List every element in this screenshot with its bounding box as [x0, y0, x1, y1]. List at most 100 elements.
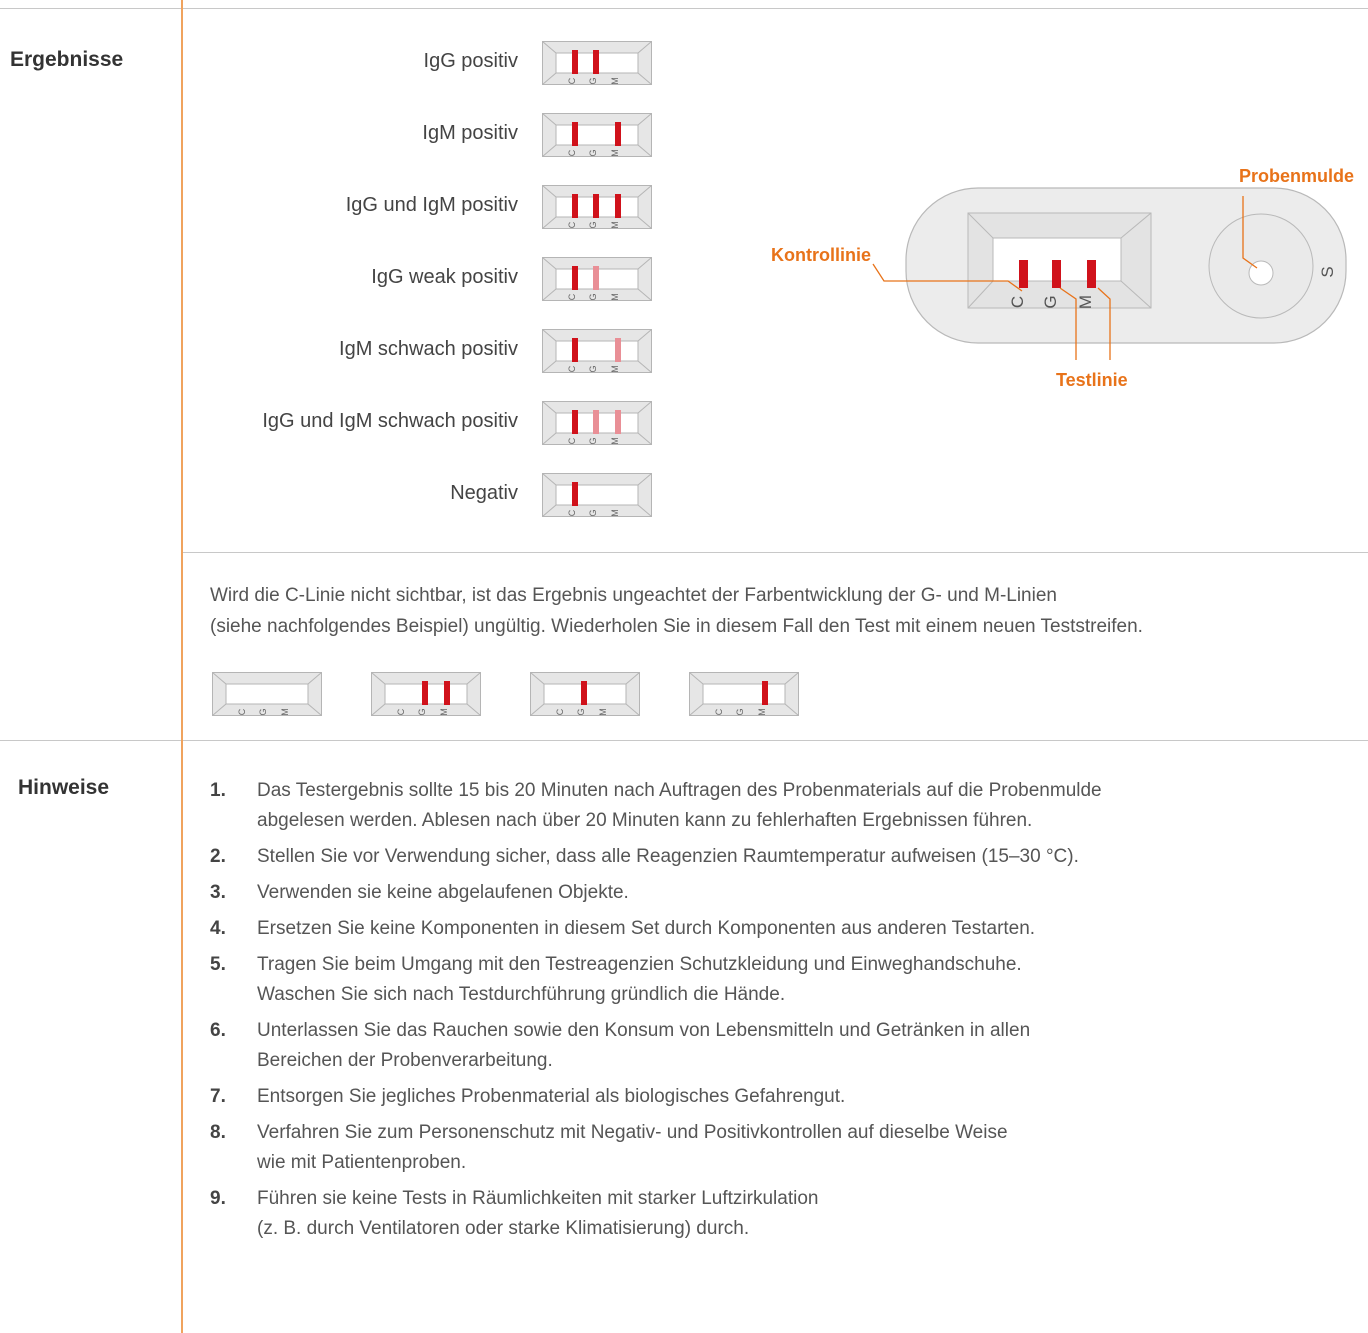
strip-line-c — [572, 50, 578, 74]
note-number: 7. — [210, 1086, 226, 1107]
note-line: abgelesen werden. Ablesen nach über 20 M… — [257, 810, 1033, 831]
strip-line-c — [572, 266, 578, 290]
strip-line-g — [593, 266, 599, 290]
note-item: 5. Tragen Sie beim Umgang mit den Testrea… — [210, 950, 1310, 1010]
strip-letter-c: C — [567, 437, 577, 444]
strip-letter-g: G — [588, 437, 598, 444]
strip-letter-c: C — [567, 509, 577, 516]
result-strip: CGM — [542, 401, 652, 445]
strip-line-c — [572, 482, 578, 506]
strip-line-g — [593, 194, 599, 218]
test-line-callout: Testlinie — [1056, 370, 1128, 390]
note-item: 8. Verfahren Sie zum Personenschutz mit N… — [210, 1118, 1310, 1178]
note-item: 9. Führen sie keine Tests in Räumlichkeit… — [210, 1184, 1310, 1244]
strip-line-m — [615, 122, 621, 146]
strip-letter-g: G — [588, 365, 598, 372]
strip-letter-m: M — [757, 708, 767, 716]
note-line: Verwenden sie keine abgelaufenen Objekte… — [257, 882, 629, 903]
strip-letter-c: C — [555, 708, 565, 715]
strip-line-g — [593, 50, 599, 74]
notes-list: 1. Das Testergebnis sollte 15 bis 20 Minu… — [210, 776, 1310, 1250]
result-label: Negativ — [450, 482, 518, 504]
result-strip: CGM — [542, 329, 652, 373]
strip-letter-c: C — [567, 77, 577, 84]
note-line: (z. B. durch Ventilatoren oder starke Kl… — [257, 1218, 750, 1239]
note-item: 1. Das Testergebnis sollte 15 bis 20 Minu… — [210, 776, 1310, 836]
strip-letter-c: C — [567, 365, 577, 372]
note-number: 8. — [210, 1122, 226, 1143]
strip-line-m — [615, 194, 621, 218]
diagram-m-line — [1087, 260, 1096, 288]
strip-letter-g: G — [588, 221, 598, 228]
diagram-letter-s: S — [1318, 266, 1337, 277]
strip-line-m — [444, 681, 450, 705]
top-rule — [0, 8, 1368, 9]
note-line: Stellen Sie vor Verwendung sicher, dass … — [257, 846, 1079, 867]
notes-rule — [0, 740, 1368, 741]
strip-letter-m: M — [280, 708, 290, 716]
strip-line-m — [615, 410, 621, 434]
column-divider — [181, 0, 183, 1333]
strip-letter-c: C — [396, 708, 406, 715]
diagram-letter-m: M — [1076, 295, 1095, 309]
result-strip: CGM — [542, 185, 652, 229]
strip-letter-m: M — [610, 293, 620, 301]
diagram-letter-c: C — [1008, 296, 1027, 308]
strip-line-c — [572, 194, 578, 218]
strip-line-c — [572, 122, 578, 146]
note-text: Entsorgen Sie jegliches Probenmaterial a… — [257, 1082, 1310, 1112]
test-strip-graphic: CGM — [212, 672, 322, 716]
test-strip-graphic: CGM — [371, 672, 481, 716]
invalid-example-strip: CGM — [689, 672, 799, 716]
strip-letter-m: M — [610, 221, 620, 229]
strip-line-c — [572, 338, 578, 362]
strip-letter-m: M — [598, 708, 608, 716]
note-item: 3. Verwenden sie keine abgelaufenen Objek… — [210, 878, 1310, 908]
strip-letter-c: C — [714, 708, 724, 715]
invalid-example-strip: CGM — [371, 672, 481, 716]
test-strip-graphic: CGM — [689, 672, 799, 716]
strip-line-g — [581, 681, 587, 705]
result-label: IgG und IgM positiv — [345, 194, 518, 216]
result-strip: CGM — [542, 473, 652, 517]
note-text: Stellen Sie vor Verwendung sicher, dass … — [257, 842, 1310, 872]
strip-letter-g: G — [735, 708, 745, 715]
result-label: IgG und IgM schwach positiv — [262, 410, 518, 432]
strip-letter-m: M — [610, 149, 620, 157]
invalid-note-line-2: (siehe nachfolgendes Beispiel) ungültig.… — [210, 616, 1143, 637]
test-strip-graphic: CGM — [542, 41, 652, 85]
sample-well-callout: Probenmulde — [1239, 166, 1355, 186]
cassette-illustration: C G M S — [872, 187, 1347, 360]
strip-letter-c: C — [567, 293, 577, 300]
result-label: IgM positiv — [422, 122, 518, 144]
results-heading: Ergebnisse — [10, 48, 124, 71]
note-item: 6. Unterlassen Sie das Rauchen sowie den … — [210, 1016, 1310, 1076]
note-number: 2. — [210, 846, 226, 867]
note-number: 5. — [210, 954, 226, 975]
note-line: Unterlassen Sie das Rauchen sowie den Ko… — [257, 1020, 1031, 1041]
strip-line-c — [572, 410, 578, 434]
note-line: Ersetzen Sie keine Komponenten in diesem… — [257, 918, 1036, 939]
note-line: Führen sie keine Tests in Räumlichkeiten… — [257, 1188, 819, 1209]
control-line-callout: Kontrollinie — [771, 245, 871, 265]
note-number: 9. — [210, 1188, 226, 1209]
result-label: IgG positiv — [423, 50, 518, 72]
diagram-g-line — [1052, 260, 1061, 288]
cassette-diagram: C G M S — [760, 160, 1368, 400]
note-number: 4. — [210, 918, 226, 939]
strip-letter-c: C — [237, 708, 247, 715]
note-line: Entsorgen Sie jegliches Probenmaterial a… — [257, 1086, 846, 1107]
result-strip: CGM — [542, 41, 652, 85]
strip-letter-g: G — [576, 708, 586, 715]
note-item: 2. Stellen Sie vor Verwendung sicher, das… — [210, 842, 1310, 872]
strip-letter-g: G — [588, 293, 598, 300]
strip-letter-g: G — [588, 509, 598, 516]
note-number: 3. — [210, 882, 226, 903]
strip-letter-m: M — [610, 365, 620, 373]
result-label: IgM schwach positiv — [339, 338, 518, 360]
note-line: wie mit Patientenproben. — [257, 1152, 467, 1173]
test-strip-graphic: CGM — [542, 329, 652, 373]
strip-letter-g: G — [588, 149, 598, 156]
diagram-c-line — [1019, 260, 1028, 288]
result-label: IgG weak positiv — [371, 266, 518, 288]
